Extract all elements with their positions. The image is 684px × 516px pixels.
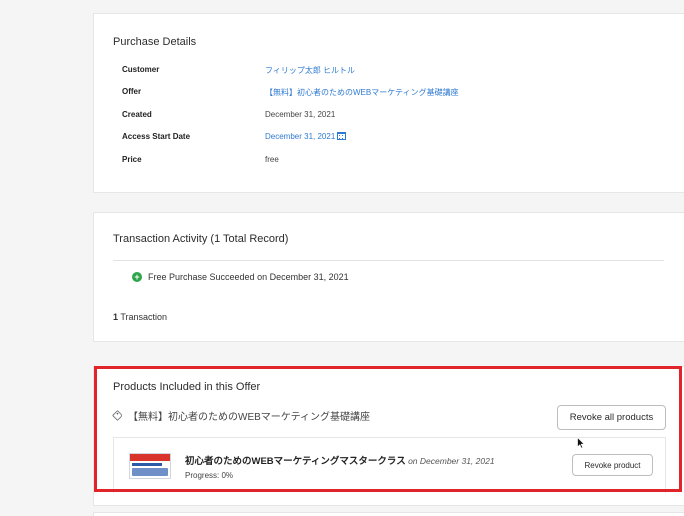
offer-label: Offer: [122, 87, 142, 96]
product-title: 初心者のためのWEBマーケティングマスタークラス on December 31,…: [185, 453, 495, 467]
created-row: Created December 31, 2021: [122, 110, 662, 124]
product-name: 初心者のためのWEBマーケティングマスタークラス: [185, 456, 406, 467]
customer-row: Customer フィリップ太郎 ヒルトル: [122, 65, 662, 79]
transaction-activity-title: Transaction Activity (1 Total Record): [113, 233, 289, 245]
offer-tag: 【無料】初心者のためのWEBマーケティング基礎講座: [112, 408, 370, 423]
transaction-item-text: Free Purchase Succeeded on December 31, …: [148, 272, 349, 282]
customer-label: Customer: [122, 65, 160, 74]
access-start-date[interactable]: December 31, 2021: [265, 132, 335, 141]
price-value: free: [265, 155, 279, 164]
purchase-page: Purchase Details Customer フィリップ太郎 ヒルトル O…: [0, 0, 684, 516]
transaction-activity-card: Transaction Activity (1 Total Record) + …: [93, 212, 684, 342]
product-progress: Progress: 0%: [185, 471, 234, 480]
divider: [113, 260, 664, 261]
price-label: Price: [122, 155, 142, 164]
access-start-row: Access Start Date December 31, 2021: [122, 132, 662, 146]
revoke-product-button[interactable]: Revoke product: [572, 454, 653, 476]
next-card: [93, 512, 684, 516]
access-start-value[interactable]: December 31, 2021: [265, 132, 347, 141]
products-title: Products Included in this Offer: [113, 381, 261, 393]
calendar-icon[interactable]: [337, 132, 347, 140]
created-value: December 31, 2021: [265, 110, 336, 119]
tag-icon: [112, 410, 123, 421]
access-start-label: Access Start Date: [122, 132, 191, 141]
offer-link[interactable]: 【無料】初心者のためのWEBマーケティング基礎講座: [265, 87, 459, 98]
revoke-all-products-button[interactable]: Revoke all products: [557, 405, 666, 430]
offer-tag-text: 【無料】初心者のためのWEBマーケティング基礎講座: [128, 412, 370, 423]
transaction-item: + Free Purchase Succeeded on December 31…: [132, 272, 349, 282]
customer-link[interactable]: フィリップ太郎 ヒルトル: [265, 65, 355, 76]
transaction-count: 1 Transaction: [113, 312, 167, 322]
offer-row: Offer 【無料】初心者のためのWEBマーケティング基礎講座: [122, 87, 662, 101]
product-thumbnail: [129, 453, 171, 479]
created-label: Created: [122, 110, 152, 119]
mouse-cursor-icon: [577, 437, 585, 449]
price-row: Price free: [122, 155, 662, 169]
purchase-details-card: Purchase Details Customer フィリップ太郎 ヒルトル O…: [93, 13, 684, 193]
transaction-count-label: Transaction: [118, 312, 168, 322]
check-circle-icon: +: [132, 272, 142, 282]
purchase-details-title: Purchase Details: [113, 36, 197, 48]
products-card: Products Included in this Offer 【無料】初心者の…: [93, 366, 684, 506]
product-date: on December 31, 2021: [405, 456, 495, 466]
